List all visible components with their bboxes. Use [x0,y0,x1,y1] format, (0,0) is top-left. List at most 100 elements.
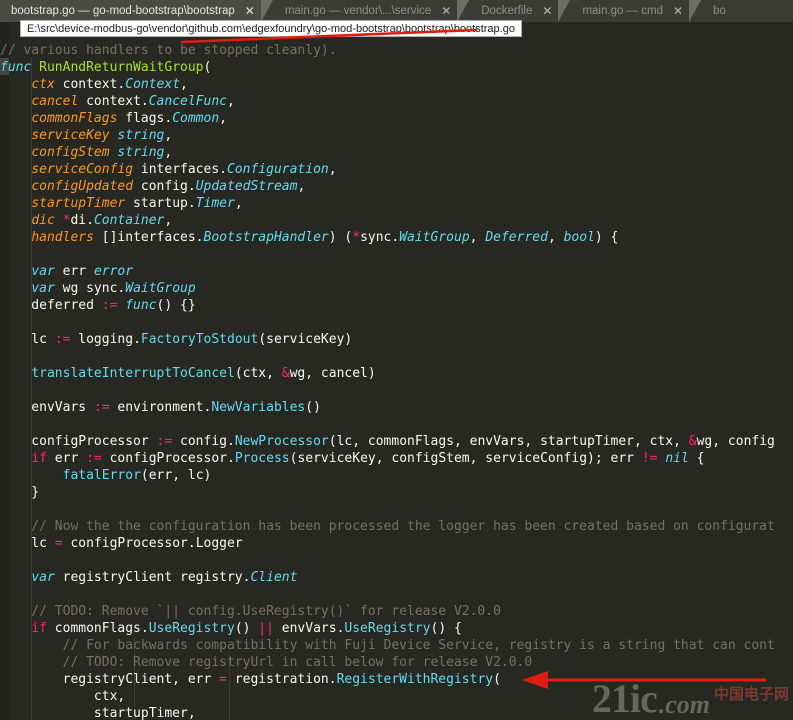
tab-label: bo [713,5,726,17]
code-token: , [180,77,188,92]
code-token: var [31,281,55,296]
code-token: Client [250,570,298,585]
code-token: RegisterWithRegistry [336,672,494,687]
tab-label: main.go — cmd [582,5,663,17]
code-line: handlers []interfaces.BootstrapHandler) … [0,229,793,246]
code-token: RunAndReturnWaitGroup [39,60,204,75]
code-token: UseRegistry [148,621,235,636]
code-line: if commonFlags.UseRegistry() || envVars.… [0,620,793,637]
code-token: context. [78,94,149,109]
code-line: // various handlers to be stopped cleanl… [0,42,793,59]
tab-dockerfile[interactable]: Dockerfile ✕ [470,0,559,22]
code-token: lc [0,332,55,347]
editor-tab-bar: bootstrap.go — go-mod-bootstrap\bootstra… [0,0,793,22]
code-token: () [305,400,321,415]
code-token: string [117,128,165,143]
code-token: := [101,298,118,313]
code-token: WaitGroup [399,230,470,245]
code-token: commonFlags [31,111,118,126]
code-token: , [219,111,227,126]
code-token: deferred [0,298,102,313]
code-token: serviceKey [31,128,110,143]
tab-close-icon[interactable]: ✕ [441,5,451,17]
code-token: NewProcessor [234,434,329,449]
tab-close-icon[interactable]: ✕ [673,5,683,17]
tab-label: Dockerfile [481,5,533,17]
code-token: } [0,485,40,500]
code-token: { [688,451,705,466]
code-token: // various handlers to be stopped cleanl… [0,43,337,58]
tab-close-icon[interactable]: ✕ [542,5,552,17]
code-token: // TODO: Remove `|| config.UseRegistry()… [0,604,501,619]
code-line: // Now the the configuration has been pr… [0,518,793,535]
tab-overflow-partial[interactable]: bo [702,0,742,22]
code-token: dic [31,213,55,228]
code-token: , [297,179,306,194]
code-token: UpdatedStream [195,179,298,194]
code-line: lc = configProcessor.Logger [0,535,793,552]
code-token: err [54,264,94,279]
code-token: UseRegistry [344,621,431,636]
code-line: deferred := func() {} [0,297,793,314]
code-token: , [164,213,173,228]
code-line: serviceConfig interfaces.Configuration, [0,161,793,178]
tab-label: main.go — vendor\...\service [284,5,432,17]
code-token: BootstrapHandler [203,230,329,245]
code-token: wg, cancel) [289,366,376,381]
code-token: err [46,451,87,466]
code-token: nil [665,451,689,466]
code-token: FactoryToStdout [140,332,259,347]
code-token: Logger [195,536,243,551]
tab-bootstrap-go[interactable]: bootstrap.go — go-mod-bootstrap\bootstra… [0,0,261,22]
code-token: func [0,60,40,75]
code-token: ( [203,60,212,75]
tab-main-go-cmd[interactable]: main.go — cmd ✕ [571,0,690,22]
code-token: startupTimer, [0,706,196,720]
code-token: Common [172,111,220,126]
code-token: environment. [109,400,212,415]
code-editor[interactable]: // various handlers to be stopped cleanl… [0,22,793,720]
code-line: configProcessor := config.NewProcessor(l… [0,433,793,450]
code-token: startup. [125,196,196,211]
code-token: bool [563,230,595,245]
editor-window: bootstrap.go — go-mod-bootstrap\bootstra… [0,0,793,720]
code-token: interfaces. [133,162,227,177]
code-line: commonFlags flags.Common, [0,110,793,127]
code-content[interactable]: // various handlers to be stopped cleanl… [0,22,793,720]
code-token: Process [234,451,290,466]
code-token: serviceConfig [31,162,134,177]
code-token: translateInterruptToCancel [31,366,235,381]
code-token: := [93,400,110,415]
code-token: Container [93,213,165,228]
code-line: envVars := environment.NewVariables() [0,399,793,416]
code-token: error [93,264,134,279]
tab-main-go-service[interactable]: main.go — vendor\...\service ✕ [273,0,458,22]
code-line: // TODO: Remove registryUrl in call belo… [0,654,793,671]
code-line: var wg sync.WaitGroup [0,280,793,297]
code-token: , [164,145,173,160]
code-token: config. [133,179,196,194]
code-token: []interfaces. [93,230,204,245]
code-token: sync. [360,230,400,245]
tab-close-icon[interactable]: ✕ [245,5,255,17]
code-token: wg, config [696,434,775,449]
code-line: registryClient, err = registration.Regis… [0,671,793,688]
code-token: configProcessor [0,434,157,449]
code-token: Context [125,77,181,92]
code-token: ctx, [0,689,126,704]
code-token: // Now the the configuration has been pr… [0,519,775,534]
